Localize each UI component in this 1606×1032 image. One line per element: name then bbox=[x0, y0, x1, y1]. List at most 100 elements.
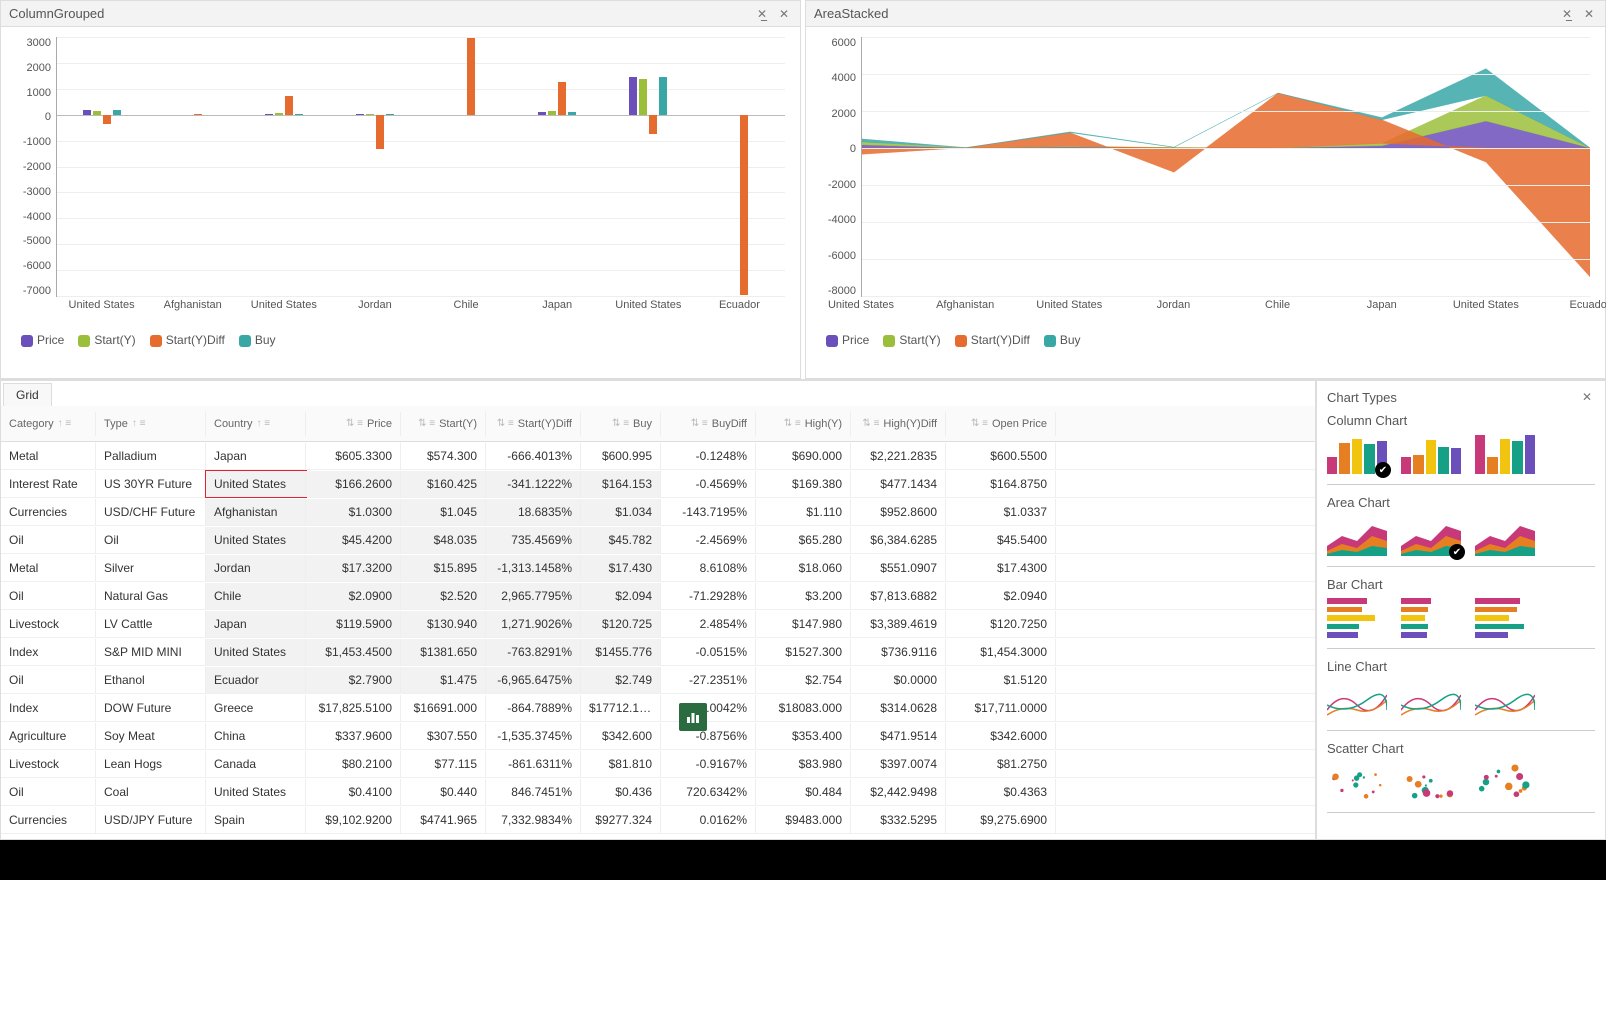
table-row[interactable]: AgricultureSoy MeatChina$337.9600$307.55… bbox=[1, 722, 1315, 750]
chart-action-icon[interactable] bbox=[679, 703, 707, 731]
chart-type-thumb[interactable] bbox=[1327, 680, 1387, 720]
grid-panel: Grid Category ↑ ≡Type ↑ ≡Country ↑ ≡⇅ ≡ … bbox=[0, 380, 1316, 840]
chart-type-thumb[interactable] bbox=[1475, 680, 1535, 720]
table-cell: -0.0515% bbox=[661, 639, 756, 665]
column-grouped-title: ColumnGrouped bbox=[9, 6, 748, 21]
table-cell: $65.280 bbox=[756, 527, 851, 553]
table-cell: $120.7250 bbox=[946, 611, 1056, 637]
close-icon[interactable]: ✕ bbox=[1581, 6, 1597, 22]
column-header[interactable]: ⇅ ≡ Start(Y)Diff bbox=[486, 412, 581, 436]
table-row[interactable]: Interest RateUS 30YR FutureUnited States… bbox=[1, 470, 1315, 498]
pin-icon[interactable]: ✕̲ bbox=[754, 6, 770, 22]
column-header[interactable]: ⇅ ≡ Open Price bbox=[946, 412, 1056, 436]
chart-type-thumb[interactable] bbox=[1401, 598, 1461, 638]
table-cell: Canada bbox=[206, 751, 306, 777]
table-row[interactable]: IndexDOW FutureGreece$17,825.5100$16691.… bbox=[1, 694, 1315, 722]
table-cell: $1.045 bbox=[401, 499, 486, 525]
column-header[interactable]: Country ↑ ≡ bbox=[206, 412, 306, 436]
table-cell: Natural Gas bbox=[96, 583, 206, 609]
chart-type-thumb[interactable] bbox=[1327, 598, 1387, 638]
table-row[interactable]: OilEthanolEcuador$2.7900$1.475-6,965.647… bbox=[1, 666, 1315, 694]
table-cell: Japan bbox=[206, 443, 306, 469]
chart-type-thumb[interactable] bbox=[1475, 516, 1535, 556]
column-header[interactable]: Type ↑ ≡ bbox=[96, 412, 206, 436]
column-header[interactable]: ⇅ ≡ High(Y)Diff bbox=[851, 412, 946, 436]
chart-type-thumb[interactable] bbox=[1327, 516, 1387, 556]
column-header[interactable]: ⇅ ≡ Start(Y) bbox=[401, 412, 486, 436]
table-cell: $736.9116 bbox=[851, 639, 946, 665]
table-cell: $6,384.6285 bbox=[851, 527, 946, 553]
table-cell: -71.2928% bbox=[661, 583, 756, 609]
table-cell: $605.3300 bbox=[306, 443, 401, 469]
table-row[interactable]: IndexS&P MID MINIUnited States$1,453.450… bbox=[1, 638, 1315, 666]
table-cell: -1,313.1458% bbox=[486, 555, 581, 581]
grid-body[interactable]: MetalPalladiumJapan$605.3300$574.300-666… bbox=[1, 442, 1315, 839]
table-cell: $0.440 bbox=[401, 779, 486, 805]
column-header[interactable]: ⇅ ≡ High(Y) bbox=[756, 412, 851, 436]
chart-type-thumb[interactable] bbox=[1327, 762, 1387, 802]
table-cell: $130.940 bbox=[401, 611, 486, 637]
table-cell: $2.754 bbox=[756, 667, 851, 693]
pin-icon[interactable]: ✕̲ bbox=[1559, 6, 1575, 22]
chart-type-thumb[interactable] bbox=[1401, 762, 1461, 802]
table-cell: -0.0042% bbox=[661, 695, 756, 721]
table-cell: -341.1222% bbox=[486, 471, 581, 497]
chart-type-thumb[interactable] bbox=[1475, 762, 1535, 802]
table-row[interactable]: MetalPalladiumJapan$605.3300$574.300-666… bbox=[1, 442, 1315, 470]
column-header[interactable]: ⇅ ≡ Price bbox=[306, 412, 401, 436]
table-cell: $1381.650 bbox=[401, 639, 486, 665]
table-cell: $17.3200 bbox=[306, 555, 401, 581]
table-cell: $1.5120 bbox=[946, 667, 1056, 693]
column-header[interactable]: Category ↑ ≡ bbox=[1, 412, 96, 436]
table-cell: $17,711.0000 bbox=[946, 695, 1056, 721]
table-row[interactable]: LivestockLean HogsCanada$80.2100$77.115-… bbox=[1, 750, 1315, 778]
table-row[interactable]: LivestockLV CattleJapan$119.5900$130.940… bbox=[1, 610, 1315, 638]
bar-group[interactable] bbox=[83, 37, 123, 296]
bar-group[interactable] bbox=[720, 37, 760, 296]
table-cell: $1,454.3000 bbox=[946, 639, 1056, 665]
table-cell: -0.4569% bbox=[661, 471, 756, 497]
table-cell: $2.094 bbox=[581, 583, 661, 609]
column-header[interactable]: ⇅ ≡ Buy bbox=[581, 412, 661, 436]
chart-type-thumb[interactable] bbox=[1475, 598, 1535, 638]
chart-type-thumb[interactable] bbox=[1327, 434, 1387, 474]
table-cell: Ethanol bbox=[96, 667, 206, 693]
chart-type-thumb[interactable] bbox=[1475, 434, 1535, 474]
close-icon[interactable]: ✕ bbox=[776, 6, 792, 22]
table-row[interactable]: OilCoalUnited States$0.4100$0.440846.745… bbox=[1, 778, 1315, 806]
table-cell: $164.153 bbox=[581, 471, 661, 497]
table-cell: $337.9600 bbox=[306, 723, 401, 749]
bar-group[interactable] bbox=[356, 37, 396, 296]
table-cell: $1.0300 bbox=[306, 499, 401, 525]
bar-group[interactable] bbox=[265, 37, 305, 296]
bar-group[interactable] bbox=[629, 37, 669, 296]
grid-tab[interactable]: Grid bbox=[3, 383, 52, 406]
table-cell: $48.035 bbox=[401, 527, 486, 553]
table-cell: Soy Meat bbox=[96, 723, 206, 749]
table-cell: $2.749 bbox=[581, 667, 661, 693]
chart-type-thumb[interactable] bbox=[1401, 434, 1461, 474]
table-cell: $952.8600 bbox=[851, 499, 946, 525]
table-cell: Metal bbox=[1, 555, 96, 581]
table-row[interactable]: CurrenciesUSD/JPY FutureSpain$9,102.9200… bbox=[1, 806, 1315, 834]
table-cell: $9277.324 bbox=[581, 807, 661, 833]
table-row[interactable]: OilOilUnited States$45.4200$48.035735.45… bbox=[1, 526, 1315, 554]
table-cell: USD/CHF Future bbox=[96, 499, 206, 525]
column-header[interactable]: ⇅ ≡ BuyDiff bbox=[661, 412, 756, 436]
table-row[interactable]: OilNatural GasChile$2.0900$2.5202,965.77… bbox=[1, 582, 1315, 610]
table-row[interactable]: MetalSilverJordan$17.3200$15.895-1,313.1… bbox=[1, 554, 1315, 582]
table-cell: $17712.146 bbox=[581, 695, 661, 721]
table-cell: Metal bbox=[1, 443, 96, 469]
table-cell: 2.4854% bbox=[661, 611, 756, 637]
chart-type-section-title: Line Chart bbox=[1327, 659, 1595, 674]
table-cell: $77.115 bbox=[401, 751, 486, 777]
chart-type-thumb[interactable] bbox=[1401, 680, 1461, 720]
bar-group[interactable] bbox=[447, 37, 487, 296]
close-icon[interactable]: ✕ bbox=[1579, 389, 1595, 405]
table-row[interactable]: CurrenciesUSD/CHF FutureAfghanistan$1.03… bbox=[1, 498, 1315, 526]
table-cell: United States bbox=[206, 779, 306, 805]
bar-group[interactable] bbox=[538, 37, 578, 296]
area-stacked-legend: Price Start(Y) Start(Y)Diff Buy bbox=[806, 327, 1605, 357]
bar-group[interactable] bbox=[174, 37, 214, 296]
chart-type-thumb[interactable] bbox=[1401, 516, 1461, 556]
